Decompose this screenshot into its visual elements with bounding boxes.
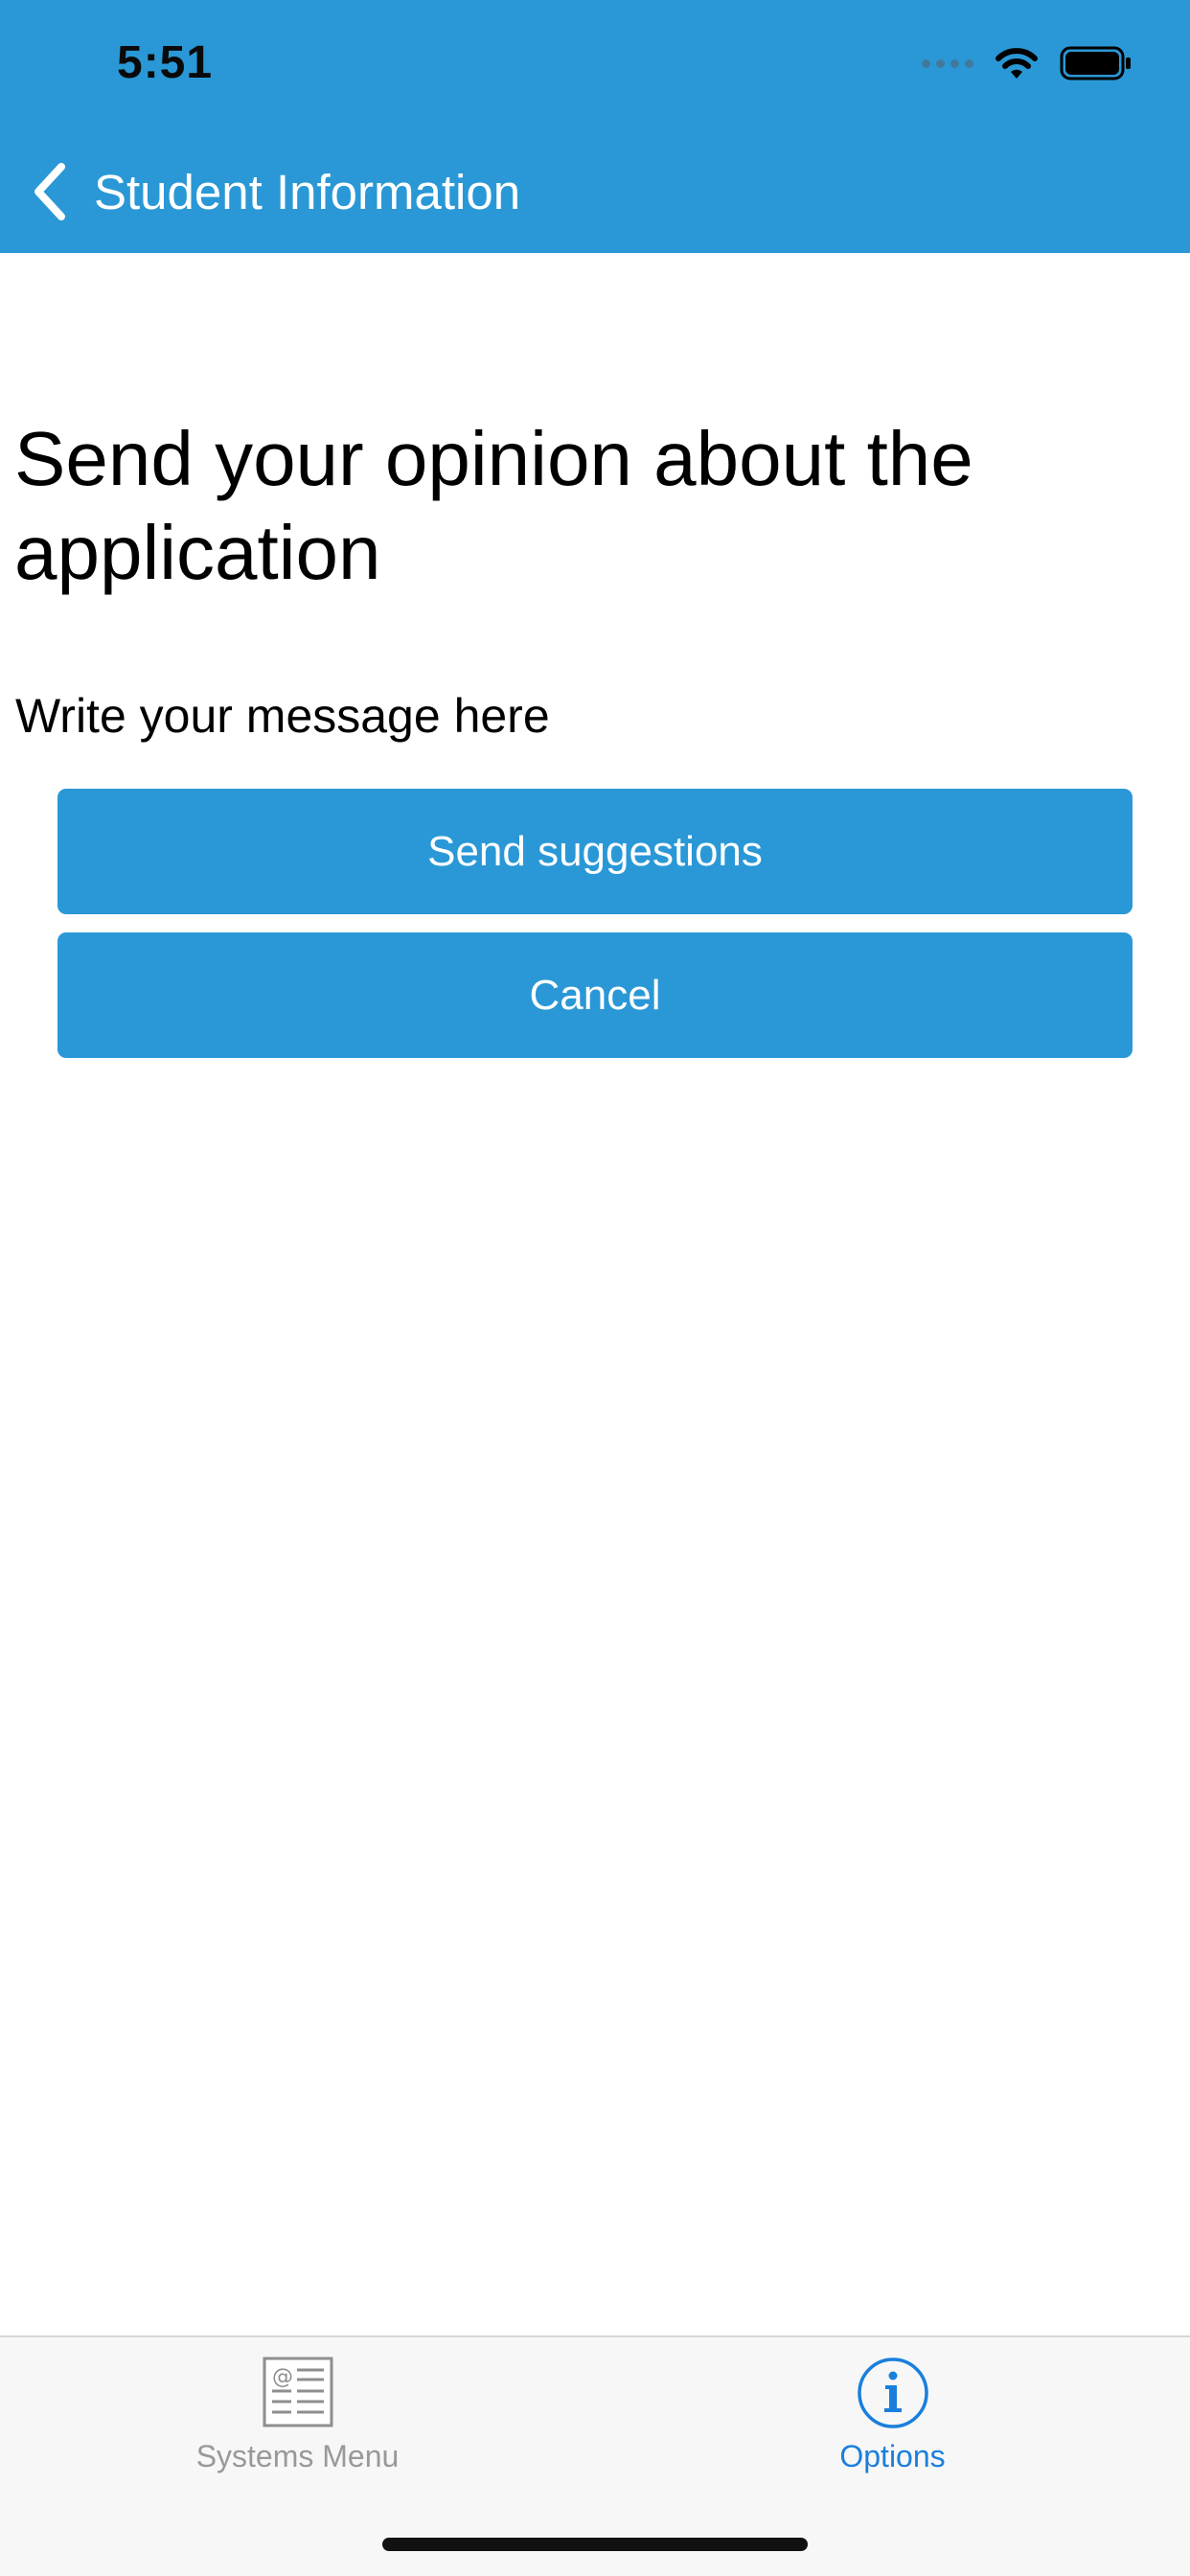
battery-icon [1060,46,1131,80]
back-label: Student Information [94,164,521,219]
wifi-icon [995,48,1038,79]
tab-label-systems-menu: Systems Menu [195,2439,400,2473]
tab-systems-menu[interactable]: @ Systems Menu [0,2337,595,2510]
status-time: 5:51 [117,37,214,88]
send-suggestions-button[interactable]: Send suggestions [57,789,1133,914]
screen: 5:51 Student Information Send your opini… [0,0,1190,2576]
tab-label-options: Options [839,2439,946,2473]
status-icons [922,42,1133,84]
back-button[interactable]: Student Information [29,153,520,230]
page-title: Send your opinion about the application [14,416,973,595]
info-icon [857,2358,928,2428]
cellular-signal-icon [922,58,973,68]
message-input-hint[interactable]: Write your message here [15,688,550,744]
svg-text:@: @ [272,2365,293,2389]
chevron-left-icon [34,163,65,220]
cancel-button[interactable]: Cancel [57,932,1133,1058]
home-indicator [382,2538,808,2551]
tab-options[interactable]: Options [595,2337,1190,2510]
header: 5:51 Student Information [0,0,1190,253]
navigation-bar: Student Information [0,144,1190,240]
systems-menu-icon: @ [263,2357,332,2427]
